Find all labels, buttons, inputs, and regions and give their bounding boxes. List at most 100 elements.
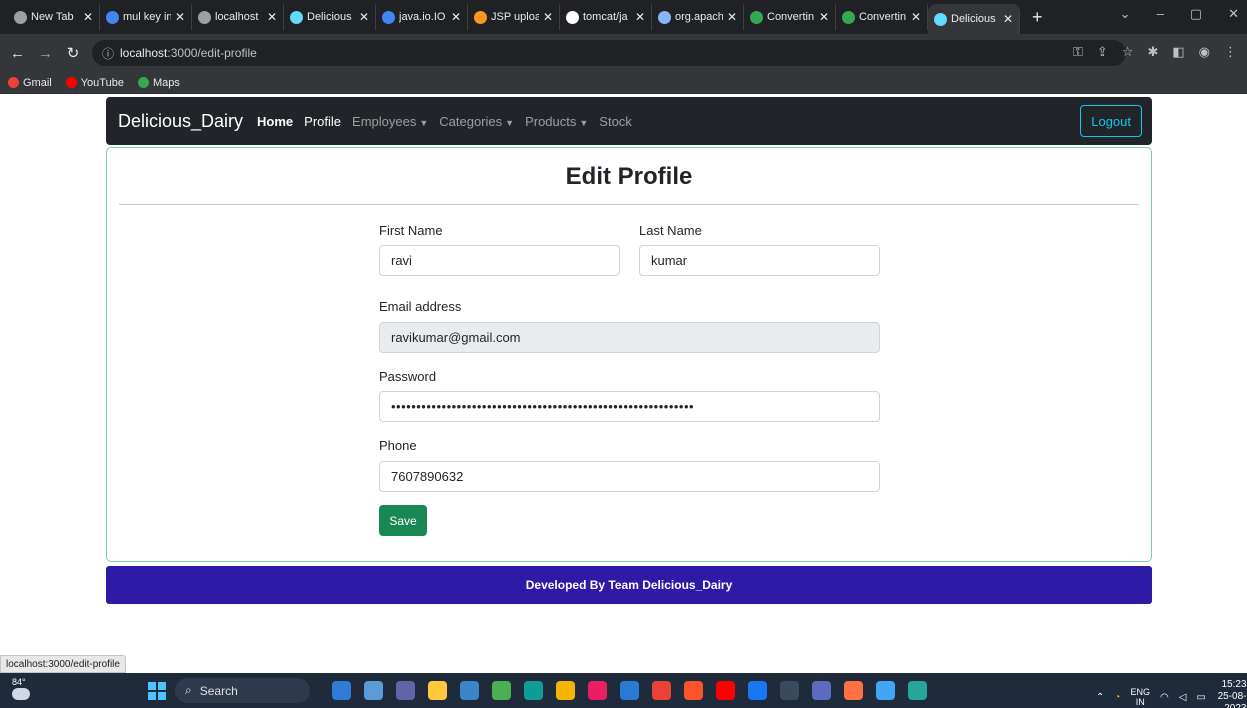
taskbar-app-icon[interactable]	[908, 681, 927, 700]
browser-tab[interactable]: localhost ✕	[192, 4, 284, 30]
tab-close-icon[interactable]: ✕	[83, 10, 93, 24]
taskbar-app-icon[interactable]	[844, 681, 863, 700]
logout-button[interactable]: Logout	[1080, 105, 1142, 137]
browser-tab[interactable]: mul key in ✕	[100, 4, 192, 30]
tab-close-icon[interactable]: ✕	[267, 10, 277, 24]
tab-search-icon[interactable]: ⌄	[1120, 6, 1131, 22]
minimize-icon[interactable]: –	[1157, 6, 1164, 22]
first-name-field[interactable]: ravi	[379, 245, 620, 276]
tab-close-icon[interactable]: ✕	[911, 10, 921, 24]
taskbar-app-icon[interactable]	[524, 681, 543, 700]
taskbar-app-icon[interactable]	[556, 681, 575, 700]
taskbar-app-icon[interactable]	[396, 681, 415, 700]
taskbar-app-icon[interactable]	[684, 681, 703, 700]
browser-tab[interactable]: org.apach ✕	[652, 4, 744, 30]
browser-tab[interactable]: tomcat/ja ✕	[560, 4, 652, 30]
reload-icon[interactable]: ↻	[66, 44, 80, 62]
clock-time: 15:23	[1221, 679, 1247, 690]
clock[interactable]: 15:2325-08-2023	[1216, 679, 1247, 708]
taskbar-app-icon[interactable]	[812, 681, 831, 700]
browser-tab[interactable]: JSP uploa ✕	[468, 4, 560, 30]
browser-tab[interactable]: New Tab ✕	[8, 4, 100, 30]
tab-close-icon[interactable]: ✕	[819, 10, 829, 24]
taskbar-app-icon[interactable]	[620, 681, 639, 700]
navbar-brand[interactable]: Delicious_Dairy	[118, 111, 243, 132]
nav-home[interactable]: Home	[257, 114, 293, 129]
extensions-icon[interactable]: ✱	[1147, 44, 1158, 60]
toolbar-actions: ⚿ ⇪ ☆ ✱ ◧ ◉ ⋮	[1073, 44, 1237, 60]
clock-date: 25-08-2023	[1217, 691, 1247, 708]
taskbar-app-icon[interactable]	[876, 681, 895, 700]
tab-title: java.io.IO	[399, 11, 446, 23]
tab-close-icon[interactable]: ✕	[359, 10, 369, 24]
nav-employees-dropdown[interactable]: Employees ▼	[352, 114, 428, 129]
site-info-icon[interactable]: ⓘ	[102, 45, 114, 62]
browser-tab[interactable]: Convertin ✕	[836, 4, 928, 30]
weather-widget[interactable]: 84°	[12, 677, 30, 700]
tray-overflow-icon[interactable]: ⌃	[1096, 692, 1104, 703]
back-icon[interactable]: ←	[10, 45, 25, 62]
tray-app-icon[interactable]: ◔	[1114, 692, 1120, 703]
page-viewport: Delicious_Dairy Home Profile Employees ▼ …	[0, 94, 1247, 656]
language-indicator[interactable]: ENG IN	[1130, 687, 1150, 707]
forward-icon[interactable]: →	[38, 45, 53, 62]
nav-categories-dropdown[interactable]: Categories ▼	[439, 114, 514, 129]
tab-close-icon[interactable]: ✕	[1003, 12, 1013, 26]
battery-icon[interactable]: ▭	[1196, 692, 1205, 703]
save-button[interactable]: Save	[379, 505, 427, 536]
close-window-icon[interactable]: ✕	[1228, 6, 1239, 22]
nav-products-dropdown[interactable]: Products ▼	[525, 114, 588, 129]
sidepanel-icon[interactable]: ◧	[1172, 44, 1184, 60]
tab-title: tomcat/ja	[583, 11, 628, 23]
taskbar-app-icon[interactable]	[652, 681, 671, 700]
key-icon[interactable]: ⚿	[1073, 44, 1083, 60]
bookmark-favicon-icon	[8, 77, 19, 88]
taskbar-apps	[332, 681, 927, 700]
profile-avatar[interactable]: ◉	[1199, 44, 1210, 60]
tab-close-icon[interactable]: ✕	[451, 10, 461, 24]
tab-title: org.apach	[675, 11, 723, 23]
taskbar-app-icon[interactable]	[364, 681, 383, 700]
windows-start-icon[interactable]	[148, 682, 166, 700]
browser-tab[interactable]: Delicious ✕	[284, 4, 376, 30]
tab-close-icon[interactable]: ✕	[543, 10, 553, 24]
taskbar-app-icon[interactable]	[460, 681, 479, 700]
taskbar-app-icon[interactable]	[428, 681, 447, 700]
taskbar-app-icon[interactable]	[332, 681, 351, 700]
wifi-icon[interactable]: ◠	[1160, 692, 1169, 703]
title-divider	[119, 204, 1139, 205]
bookmark-favicon-icon	[137, 77, 149, 88]
last-name-label: Last Name	[639, 223, 702, 238]
share-icon[interactable]: ⇪	[1097, 44, 1108, 60]
taskbar-app-icon[interactable]	[492, 681, 511, 700]
tab-close-icon[interactable]: ✕	[727, 10, 737, 24]
caret-down-icon: ▼	[505, 117, 515, 128]
bookmark-item[interactable]: Gmail	[8, 77, 52, 89]
browser-tab[interactable]: Convertin ✕	[744, 4, 836, 30]
bookmark-item[interactable]: YouTube	[65, 77, 124, 89]
last-name-field[interactable]: kumar	[639, 245, 880, 276]
password-field[interactable]: ••••••••••••••••••••••••••••••••••••••••…	[379, 391, 880, 422]
bookmark-item[interactable]: Maps	[137, 77, 180, 89]
tab-favicon-icon	[382, 10, 395, 24]
volume-icon[interactable]: ◁	[1179, 692, 1187, 703]
browser-tab[interactable]: java.io.IO ✕	[376, 4, 468, 30]
restore-icon[interactable]: ▢	[1190, 6, 1202, 22]
taskbar-app-icon[interactable]	[780, 681, 799, 700]
new-tab-button[interactable]: +	[1020, 7, 1055, 28]
browser-tab-strip: New Tab ✕ mul key in ✕ localhost ✕ Delicious ✕ j…	[0, 0, 1247, 34]
taskbar-app-icon[interactable]	[748, 681, 767, 700]
nav-stock[interactable]: Stock	[599, 114, 632, 129]
tab-close-icon[interactable]: ✕	[175, 10, 185, 24]
menu-icon[interactable]: ⋮	[1224, 44, 1237, 60]
taskbar-app-icon[interactable]	[716, 681, 735, 700]
star-icon[interactable]: ☆	[1122, 44, 1134, 60]
browser-tab[interactable]: Delicious ✕	[928, 4, 1020, 34]
phone-field[interactable]: 7607890632	[379, 461, 880, 492]
address-bar[interactable]: ⓘ localhost:3000/edit-profile	[92, 40, 1126, 66]
tab-close-icon[interactable]: ✕	[635, 10, 645, 24]
taskbar-search[interactable]: ⌕ Search	[175, 678, 310, 703]
taskbar-app-icon[interactable]	[588, 681, 607, 700]
nav-profile[interactable]: Profile	[304, 114, 341, 129]
tab-favicon-icon	[290, 10, 303, 24]
